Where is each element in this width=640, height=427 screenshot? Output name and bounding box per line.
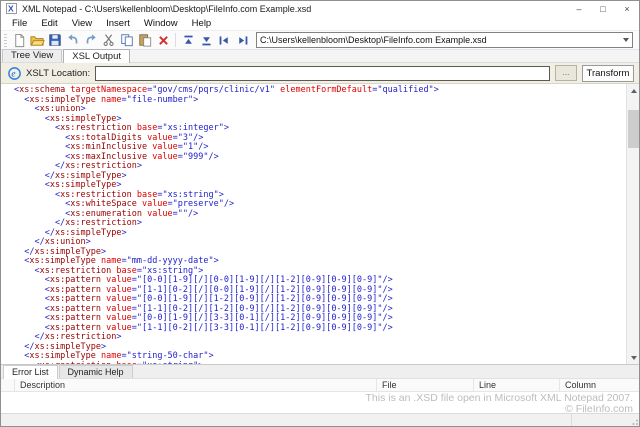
svg-text:e: e	[11, 69, 15, 79]
view-tab[interactable]: Tree View	[2, 49, 62, 62]
open-button[interactable]	[28, 31, 46, 49]
window-title: XML Notepad - C:\Users\kellenbloom\Deskt…	[22, 4, 311, 14]
new-button[interactable]	[10, 31, 28, 49]
watermark-line-1: This is an .XSD file open in Microsoft X…	[366, 393, 634, 404]
maximize-button[interactable]: □	[591, 1, 615, 16]
error-icon-column	[1, 379, 15, 391]
paste-clipboard-icon	[138, 33, 152, 47]
status-bar	[1, 413, 639, 426]
view-tabstrip: Tree ViewXSL Output	[1, 50, 639, 63]
app-icon: X	[6, 3, 17, 14]
cut-button[interactable]	[100, 31, 118, 49]
paste-button[interactable]	[136, 31, 154, 49]
xml-line: <xs:simpleType name="file-number">	[14, 96, 626, 106]
toolbar-grip[interactable]	[4, 34, 7, 47]
vertical-scrollbar[interactable]	[626, 84, 639, 364]
nudge-left-button[interactable]	[215, 31, 233, 49]
nudge-down-button[interactable]	[197, 31, 215, 49]
watermark-line-2: © FileInfo.com	[366, 404, 634, 415]
error-column-header[interactable]: File	[377, 379, 474, 391]
nudge-up-button[interactable]	[179, 31, 197, 49]
redo-button[interactable]	[82, 31, 100, 49]
error-column-header[interactable]: Description	[15, 379, 377, 391]
main-area: <xs:schema targetNamespace="gov/cms/pqrs…	[1, 84, 639, 364]
xml-editor[interactable]: <xs:schema targetNamespace="gov/cms/pqrs…	[1, 84, 626, 364]
toolbar: C:\Users\kellenbloom\Desktop\FileInfo.co…	[1, 30, 639, 50]
transform-button[interactable]: Transform	[582, 65, 634, 82]
save-floppy-icon	[48, 33, 62, 47]
error-panel-tab[interactable]: Dynamic Help	[59, 365, 133, 378]
menu-item[interactable]: View	[65, 17, 99, 30]
menu-item[interactable]: Insert	[99, 17, 137, 30]
error-panel: Error ListDynamic Help DescriptionFileLi…	[1, 364, 639, 413]
scrollbar-thumb[interactable]	[628, 110, 639, 148]
open-folder-icon	[30, 33, 45, 48]
toolbar-separator	[175, 33, 176, 47]
scroll-up-button[interactable]	[627, 84, 639, 97]
nudge-left-icon	[218, 34, 231, 47]
error-panel-tabs: Error ListDynamic Help	[1, 365, 639, 379]
save-button[interactable]	[46, 31, 64, 49]
copy-button[interactable]	[118, 31, 136, 49]
scroll-down-button[interactable]	[627, 351, 639, 364]
xml-line: </xs:simpleType>	[14, 229, 626, 239]
minimize-button[interactable]: –	[567, 1, 591, 16]
xslt-location-input[interactable]	[95, 66, 550, 81]
xslt-bar: e XSLT Location: ... Transform	[1, 63, 639, 84]
chevron-down-icon[interactable]	[623, 38, 629, 42]
nudge-down-icon	[200, 34, 213, 47]
browse-button[interactable]: ...	[555, 65, 577, 81]
nudge-right-icon	[236, 34, 249, 47]
resize-grip[interactable]	[627, 414, 639, 426]
svg-text:X: X	[8, 4, 14, 14]
menubar: FileEditViewInsertWindowHelp	[1, 16, 639, 30]
nudge-up-icon	[182, 34, 195, 47]
nudge-right-button[interactable]	[233, 31, 251, 49]
menu-item[interactable]: Help	[185, 17, 219, 30]
undo-button[interactable]	[64, 31, 82, 49]
copy-icon	[120, 33, 134, 47]
view-tab[interactable]: XSL Output	[63, 49, 130, 63]
undo-icon	[66, 33, 80, 47]
scroll-down-arrow-icon	[631, 356, 637, 360]
window-controls: – □ ×	[567, 1, 639, 16]
address-bar[interactable]: C:\Users\kellenbloom\Desktop\FileInfo.co…	[256, 32, 633, 48]
internet-explorer-icon: e	[7, 66, 22, 81]
error-panel-tab[interactable]: Error List	[3, 365, 58, 379]
error-column-header[interactable]: Column	[560, 379, 639, 391]
xml-notepad-window: X XML Notepad - C:\Users\kellenbloom\Des…	[0, 0, 640, 427]
new-document-icon	[12, 33, 27, 48]
menu-item[interactable]: File	[5, 17, 34, 30]
status-panel	[571, 414, 627, 426]
address-path: C:\Users\kellenbloom\Desktop\FileInfo.co…	[260, 35, 619, 45]
xslt-location-label: XSLT Location:	[26, 68, 90, 79]
cut-scissors-icon	[102, 33, 116, 47]
delete-x-icon	[157, 34, 170, 47]
scroll-up-arrow-icon	[631, 89, 637, 93]
error-list-header: DescriptionFileLineColumn	[1, 379, 639, 392]
titlebar[interactable]: X XML Notepad - C:\Users\kellenbloom\Des…	[1, 1, 639, 16]
error-column-header[interactable]: Line	[474, 379, 560, 391]
error-list-body: This is an .XSD file open in Microsoft X…	[1, 392, 639, 413]
watermark: This is an .XSD file open in Microsoft X…	[366, 393, 634, 414]
delete-button[interactable]	[154, 31, 172, 49]
menu-item[interactable]: Edit	[34, 17, 64, 30]
menu-item[interactable]: Window	[137, 17, 185, 30]
redo-icon	[84, 33, 98, 47]
close-button[interactable]: ×	[615, 1, 639, 16]
